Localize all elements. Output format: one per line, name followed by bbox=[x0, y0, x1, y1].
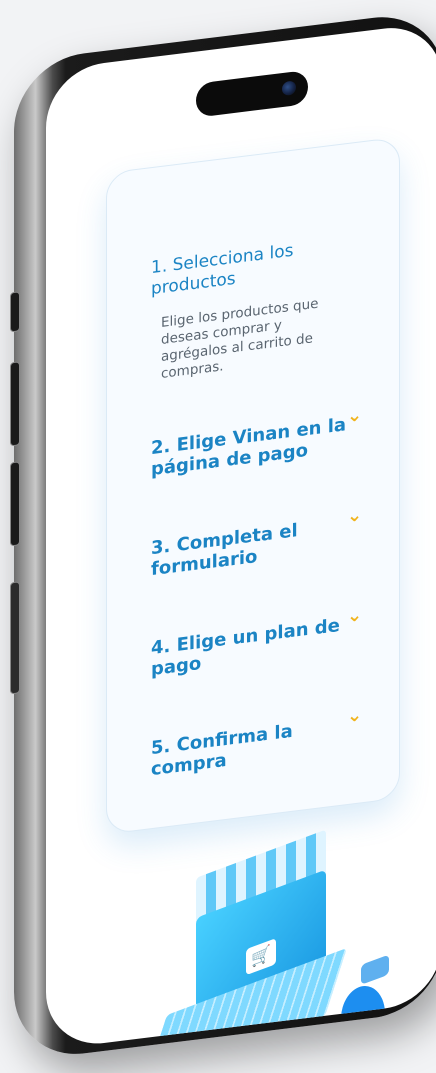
action-button bbox=[10, 291, 20, 333]
chat-bubble-icon bbox=[361, 954, 389, 985]
chevron-down-icon[interactable]: ⌄ bbox=[347, 504, 362, 527]
phone-mockup: 1. Selecciona los productos Elige los pr… bbox=[10, 0, 436, 1072]
step-description: Elige los productos que deseas comprar y… bbox=[161, 295, 319, 382]
phone-screen: 1. Selecciona los productos Elige los pr… bbox=[46, 21, 436, 1051]
step-4[interactable]: 4. Elige un plan de pago bbox=[151, 611, 371, 680]
chevron-down-icon[interactable]: ⌄ bbox=[347, 704, 362, 727]
speaker-grille bbox=[10, 581, 20, 695]
volume-down-button bbox=[10, 461, 20, 547]
step-title: 2. Elige Vinan en la página de pago bbox=[151, 414, 347, 481]
camera-icon bbox=[282, 80, 296, 97]
dynamic-island bbox=[196, 69, 308, 118]
step-title: 5. Confirma la compra bbox=[151, 720, 293, 781]
step-title: 3. Completa el formulario bbox=[151, 520, 298, 581]
step-5[interactable]: 5. Confirma la compra bbox=[151, 711, 371, 780]
chevron-down-icon[interactable]: ⌄ bbox=[347, 604, 362, 627]
step-title: 1. Selecciona los productos bbox=[151, 240, 294, 300]
volume-up-button bbox=[10, 361, 20, 447]
chevron-down-icon[interactable]: ⌄ bbox=[347, 404, 362, 427]
steps-card: 1. Selecciona los productos Elige los pr… bbox=[106, 136, 400, 835]
step-2[interactable]: 2. Elige Vinan en la página de pago bbox=[151, 411, 371, 480]
step-1[interactable]: 1. Selecciona los productos Elige los pr… bbox=[151, 231, 371, 384]
step-3[interactable]: 3. Completa el formulario bbox=[151, 511, 371, 580]
step-title: 4. Elige un plan de pago bbox=[151, 614, 340, 681]
